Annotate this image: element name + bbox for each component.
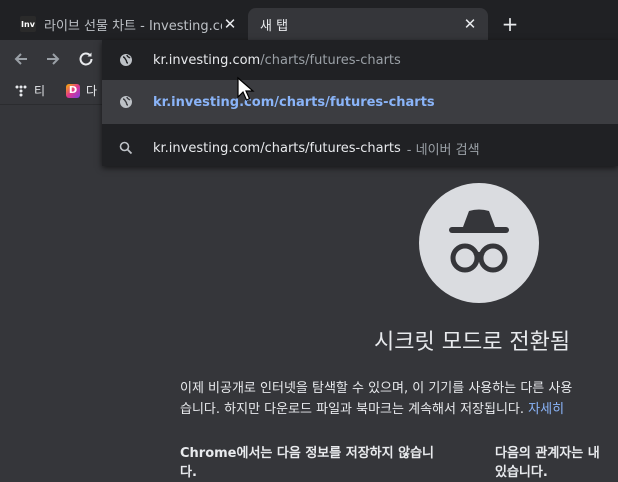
tab-strip: Inv 라이브 선물 차트 - Investing.com ✕ 새 탭 ✕ + — [0, 0, 618, 40]
globe-icon — [118, 52, 134, 68]
globe-icon — [118, 94, 134, 110]
tab-title: 라이브 선물 차트 - Investing.com — [44, 18, 222, 34]
address-input[interactable]: kr.investing.com/charts/futures-charts — [153, 53, 401, 68]
page-title: 시크릿 모드로 전환됨 — [374, 330, 571, 355]
search-icon — [118, 140, 134, 156]
tab-new-tab[interactable]: 새 탭 ✕ — [248, 8, 488, 40]
not-saved-line-1: Chrome에서는 다음 정보를 저장하지 않습니 — [180, 446, 435, 461]
suggestion-item[interactable]: kr.investing.com/charts/futures-charts — [102, 80, 618, 124]
not-saved-heading: Chrome에서는 다음 정보를 저장하지 않습니 다. — [180, 444, 434, 482]
reload-icon — [79, 52, 93, 66]
suggestion-item[interactable]: kr.investing.com/charts/futures-charts -… — [102, 126, 618, 170]
not-saved-line-2: 다. — [180, 465, 197, 480]
description-text: 습니다. 하지만 다운로드 파일과 북마크는 계속해서 저장됩니다. — [180, 402, 525, 417]
new-tab-button[interactable]: + — [498, 12, 522, 36]
description-line-2: 습니다. 하지만 다운로드 파일과 북마크는 계속해서 저장됩니다. 자세히 — [180, 399, 618, 420]
forward-button[interactable] — [42, 48, 64, 70]
d-logo-icon: D — [66, 83, 80, 98]
url-path: /charts/futures-charts — [260, 52, 401, 68]
investing-favicon: Inv — [20, 16, 36, 32]
suggestion-url: kr.investing.com/charts/futures-charts — [153, 94, 435, 110]
mouse-cursor-icon — [237, 76, 255, 101]
learn-more-link[interactable]: 자세히 — [528, 402, 564, 417]
arrow-left-icon — [14, 53, 27, 65]
bookmark-item[interactable]: D 다 — [66, 82, 97, 99]
url-host: kr.investing.com — [153, 52, 261, 68]
incognito-description: 이제 비공개로 인터넷을 탐색할 수 있으며, 이 기기를 사용하는 다른 사용… — [180, 378, 618, 420]
description-line-1: 이제 비공개로 인터넷을 탐색할 수 있으며, 이 기기를 사용하는 다른 사용 — [180, 381, 573, 396]
suggestion-engine: - 네이버 검색 — [406, 142, 480, 158]
incognito-icon — [419, 183, 539, 303]
close-icon[interactable]: ✕ — [462, 15, 478, 33]
close-icon[interactable]: ✕ — [222, 15, 238, 33]
back-button[interactable] — [10, 48, 32, 70]
address-bar[interactable]: kr.investing.com/charts/futures-charts — [102, 40, 618, 80]
bookmark-label: 티 — [34, 84, 46, 98]
tab-investing[interactable]: Inv 라이브 선물 차트 - Investing.com ✕ — [8, 8, 248, 40]
tab-title: 새 탭 — [260, 18, 289, 34]
t-logo-icon — [15, 85, 27, 96]
bookmark-label: 다 — [86, 84, 98, 98]
reload-button[interactable] — [75, 48, 97, 70]
visible-to-line-1: 다음의 관계자는 내 — [495, 446, 600, 461]
omnibox-dropdown: kr.investing.com/charts/futures-charts k… — [102, 40, 618, 166]
arrow-right-icon — [47, 53, 60, 65]
suggestion-query: kr.investing.com/charts/futures-charts — [153, 140, 401, 156]
visible-to-heading: 다음의 관계자는 내 있습니다. — [495, 444, 600, 482]
visible-to-line-2: 있습니다. — [495, 465, 548, 480]
bookmark-item[interactable]: 티 — [14, 82, 45, 99]
